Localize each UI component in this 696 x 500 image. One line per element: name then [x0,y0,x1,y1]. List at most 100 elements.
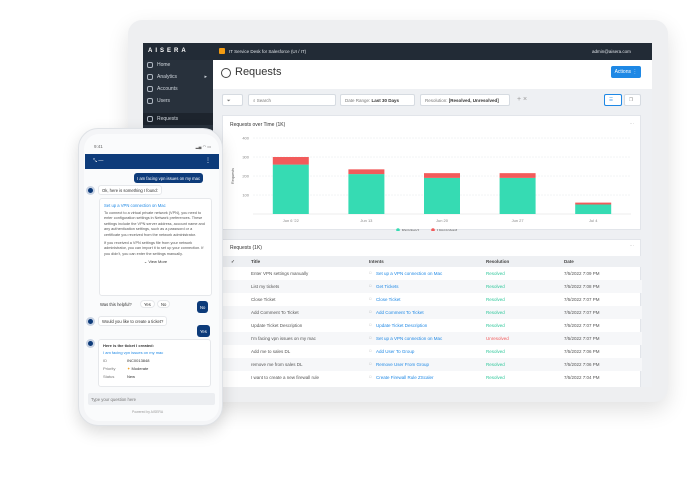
resolution-cell: Resolved [486,297,505,302]
bar-unresolved [575,202,612,205]
resolution-cell: Resolved [486,323,505,328]
user-menu[interactable]: admin@aisera.com [592,49,631,54]
bar-resolved [348,174,385,214]
intent-link[interactable]: Update Ticket Description [376,323,427,328]
intent-link[interactable]: Add Comment To Ticket [376,310,424,315]
table-row[interactable]: Update Ticket Description ◌ Update Ticke… [223,319,642,332]
home-icon [147,62,153,68]
bot-avatar [86,339,95,348]
intent-link[interactable]: Create Firewall Rule ZScaler [376,375,434,380]
requests-icon [147,116,153,122]
column-title[interactable]: Title [251,259,260,264]
date-range-label: Date Range: [345,97,371,103]
select-all-checkbox[interactable]: ✓ [231,259,235,265]
legend-label: Resolved [402,228,419,232]
requests-icon [221,68,231,78]
sidebar-item-requests[interactable]: Requests [143,113,213,125]
intent-link[interactable]: Set up a VPN connection on Mac [376,271,442,276]
ticket-field: Status New [103,374,206,379]
chat-input[interactable]: Type your question here [88,393,215,405]
intent-icon: ◌ [369,348,372,353]
ticket-field: Priority ✦ Moderate [103,366,206,371]
bot-message: Ok, here is something I found: [98,185,162,195]
powered-by: Powered by AISERA [132,410,164,414]
table-row[interactable]: Close Ticket ◌ Close Ticket Resolved 7/5… [223,293,642,306]
list-view-button[interactable]: ☰ [604,94,622,106]
sidebar-item-label: Users [157,98,171,104]
article-text: To connect to a virtual private network … [104,211,205,237]
intent-link[interactable]: Close Ticket [376,297,401,302]
search-input[interactable]: ⌕ Search [248,94,336,106]
field-label: Status [103,374,115,379]
date-range-value: Last 30 Days [371,97,400,103]
workspace-selector[interactable]: IT Service Desk for Salesforce (UI / IT) [229,49,306,54]
intent-link[interactable]: Add User To Group [376,349,414,354]
table-row[interactable]: remove me from sales DL ◌ Remove User Fr… [223,358,642,371]
y-tick-label: 300 [242,155,249,160]
table-row[interactable]: List my tickets ◌ Get Tickets Resolved 7… [223,280,642,293]
table-row[interactable]: Enter VPN settings manually ◌ Set up a V… [223,267,642,280]
actions-button[interactable]: Actions ⋮ [611,66,641,78]
ticket-intro: Here is the ticket I created: [103,343,154,348]
helpful-question: Was this helpful? [100,302,132,307]
column-resolution[interactable]: Resolution [486,259,509,264]
yes-button[interactable]: Yes [140,300,155,308]
intent-icon: ◌ [369,361,372,366]
title-cell: Add Comment To Ticket [251,310,299,315]
more-icon[interactable]: ··· [630,243,635,248]
x-tick-label: Jul 4 [589,218,598,223]
intent-icon: ◌ [369,270,372,275]
minimize-icon[interactable]: ⤡ — [93,158,103,164]
title-cell: Update Ticket Description [251,323,303,328]
menu-icon[interactable]: ⋮ [205,157,211,164]
resolution-cell: Resolved [486,349,505,354]
table-row[interactable]: I'm facing vpn issues on my mac ◌ Set up… [223,332,642,345]
table-row[interactable]: Add Comment To Ticket ◌ Add Comment To T… [223,306,642,319]
field-label: ID [103,358,107,363]
intent-link[interactable]: Get Tickets [376,284,399,289]
page-header: Requests Actions ⋮ [213,60,652,89]
table-row[interactable]: I want to create a new firewall rule ◌ C… [223,371,642,384]
search-placeholder: Search [256,97,272,103]
article-link[interactable]: Set up a VPN connection on Mac [104,203,207,208]
date-cell: 7/5/2022 7:07 PM [564,336,600,341]
title-cell: List my tickets [251,284,280,289]
title-cell: remove me from sales DL [251,362,303,367]
resolution-filter[interactable]: Resolution: [Resolved, Unresolved] [420,94,510,106]
intent-link[interactable]: Set up a VPN connection on Mac [376,336,442,341]
column-date[interactable]: Date [564,259,574,264]
sidebar-item-home[interactable]: Home [147,59,211,71]
ticket-card: Here is the ticket I created: I am facin… [98,339,211,387]
date-cell: 7/5/2022 7:06 PM [564,349,600,354]
no-button[interactable]: No [157,300,171,308]
sidebar-item-analytics[interactable]: Analytics ▸ [147,71,211,83]
legend-label: Unresolved [437,228,457,232]
ticket-field: ID INC0013848 [103,358,206,363]
resolution-label: Resolution: [425,97,448,103]
ticket-link[interactable]: I am facing vpn issues on my mac [103,350,206,355]
date-cell: 7/5/2022 7:07 PM [564,297,600,302]
y-tick-label: 100 [242,193,249,198]
filter-button[interactable]: ⏷ [222,94,243,106]
table-row[interactable]: Add me to sales DL ◌ Add User To Group R… [223,345,642,358]
intent-icon: ◌ [369,374,372,379]
intent-link[interactable]: Remove User From Group [376,362,429,367]
date-range-filter[interactable]: Date Range: Last 30 Days [340,94,415,106]
add-filter-icon[interactable]: + × [517,96,527,103]
user-message: Yes [197,325,210,337]
list-icon: ☰ [609,97,614,102]
sidebar-item-accounts[interactable]: Accounts [147,83,211,95]
bar-unresolved [499,173,536,178]
bot-avatar [86,317,95,326]
title-cell: Enter VPN settings manually [251,271,309,276]
date-cell: 7/5/2022 7:09 PM [564,271,600,276]
y-axis-label: Requests [231,168,235,184]
user-message: No [197,301,209,313]
sidebar-item-users[interactable]: Users [147,95,211,107]
chevron-right-icon: ▸ [204,74,207,80]
bar-unresolved [424,173,460,178]
column-intents[interactable]: Intents [369,259,384,264]
sidebar-item-label: Accounts [157,86,178,92]
view-more-button[interactable]: ⌄ View More [104,259,207,264]
card-view-button[interactable]: ❐ [624,94,641,106]
